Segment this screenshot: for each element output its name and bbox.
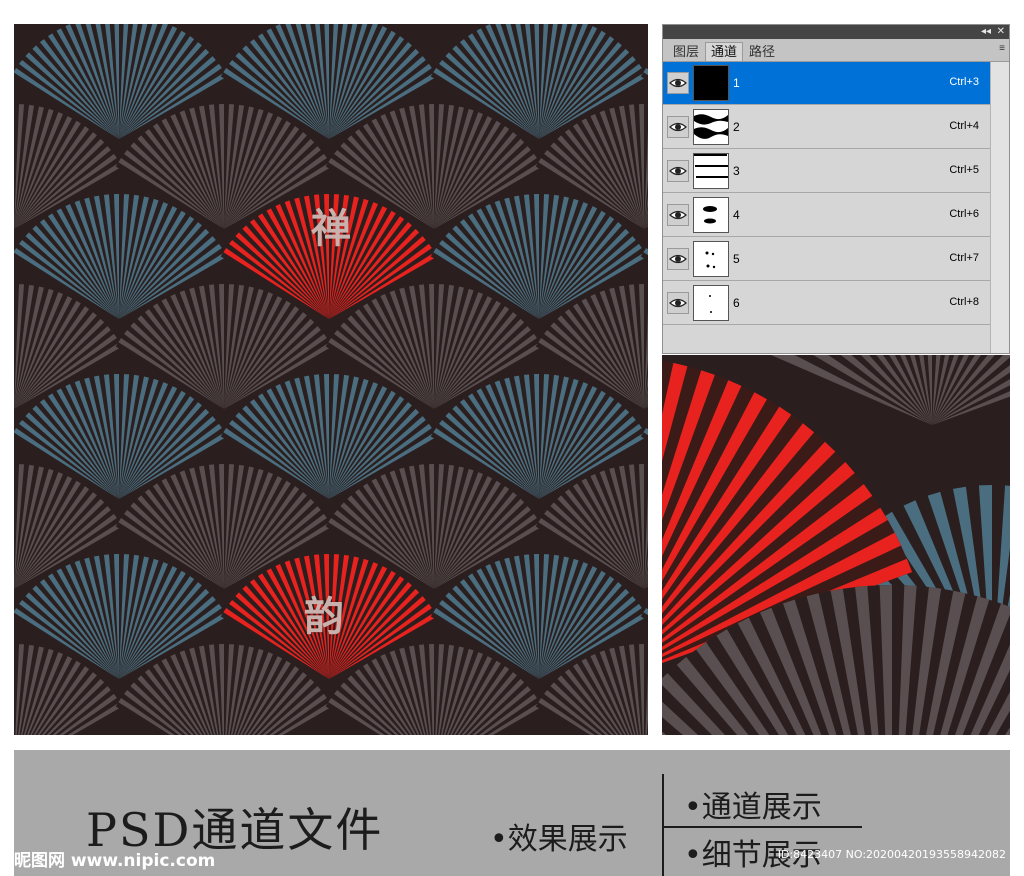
channel-name: 2 bbox=[733, 120, 740, 134]
eye-icon[interactable] bbox=[667, 72, 689, 94]
channel-thumbnail bbox=[693, 109, 729, 145]
channel-row-1[interactable]: 1 Ctrl+3 bbox=[663, 62, 991, 105]
tab-channels[interactable]: 通道 bbox=[705, 42, 744, 61]
detail-fan-pattern bbox=[662, 355, 1010, 735]
channel-row-6[interactable]: 6 Ctrl+8 bbox=[663, 282, 991, 325]
pattern-preview: 禅 韵 bbox=[14, 24, 648, 735]
panel-tabs: 图层 通道 路径 ≡ bbox=[663, 39, 1009, 62]
channel-thumbnail bbox=[693, 65, 729, 101]
channel-name: 1 bbox=[733, 76, 740, 90]
channel-row-5[interactable]: 5 Ctrl+7 bbox=[663, 238, 991, 281]
eye-icon[interactable] bbox=[667, 160, 689, 182]
channel-shortcut: Ctrl+6 bbox=[949, 208, 979, 220]
channel-name: 4 bbox=[733, 208, 740, 222]
panel-menu-icon[interactable]: ≡ bbox=[999, 43, 1005, 54]
close-icon[interactable]: ✕ bbox=[997, 25, 1005, 39]
calligraphy-yun: 韵 bbox=[304, 593, 344, 640]
eye-icon[interactable] bbox=[667, 292, 689, 314]
eye-icon[interactable] bbox=[667, 204, 689, 226]
tab-paths[interactable]: 路径 bbox=[743, 42, 781, 61]
channel-shortcut: Ctrl+3 bbox=[949, 76, 979, 88]
channel-name: 5 bbox=[733, 252, 740, 266]
channel-shortcut: Ctrl+8 bbox=[949, 296, 979, 308]
panel-scrollbar[interactable] bbox=[990, 62, 1009, 353]
label-channel: •通道展示 bbox=[684, 790, 822, 825]
channel-name: 6 bbox=[733, 296, 740, 310]
channel-row-3[interactable]: 3 Ctrl+5 bbox=[663, 150, 991, 193]
nipic-logo: 昵图网 www.nipic.com bbox=[14, 851, 216, 871]
channel-row-4[interactable]: 4 Ctrl+6 bbox=[663, 194, 991, 237]
channel-shortcut: Ctrl+4 bbox=[949, 120, 979, 132]
tab-layers[interactable]: 图层 bbox=[667, 42, 705, 61]
channel-row-2[interactable]: 2 Ctrl+4 bbox=[663, 106, 991, 149]
watermark-id: ID:8423407 NO:20200420193558942082 bbox=[777, 848, 1006, 861]
channel-shortcut: Ctrl+7 bbox=[949, 252, 979, 264]
detail-preview bbox=[662, 355, 1010, 735]
eye-icon[interactable] bbox=[667, 248, 689, 270]
eye-icon[interactable] bbox=[667, 116, 689, 138]
footer-vertical-divider bbox=[662, 774, 664, 876]
label-effect: •效果展示 bbox=[490, 822, 628, 857]
calligraphy-chan: 禅 bbox=[311, 205, 351, 252]
channel-name: 3 bbox=[733, 164, 740, 178]
channel-thumbnail bbox=[693, 285, 729, 321]
channel-shortcut: Ctrl+5 bbox=[949, 164, 979, 176]
channel-thumbnail bbox=[693, 153, 729, 189]
collapse-icon[interactable]: ◂◂ bbox=[981, 25, 991, 39]
channel-thumbnail bbox=[693, 241, 729, 277]
channels-panel: ◂◂ ✕ 图层 通道 路径 ≡ 1 Ctrl+3 2 Ctrl+4 3 Ctrl+5 4 Ct… bbox=[662, 24, 1010, 354]
channel-thumbnail bbox=[693, 197, 729, 233]
footer-horizontal-divider bbox=[664, 826, 862, 828]
panel-titlebar: ◂◂ ✕ bbox=[663, 25, 1009, 39]
